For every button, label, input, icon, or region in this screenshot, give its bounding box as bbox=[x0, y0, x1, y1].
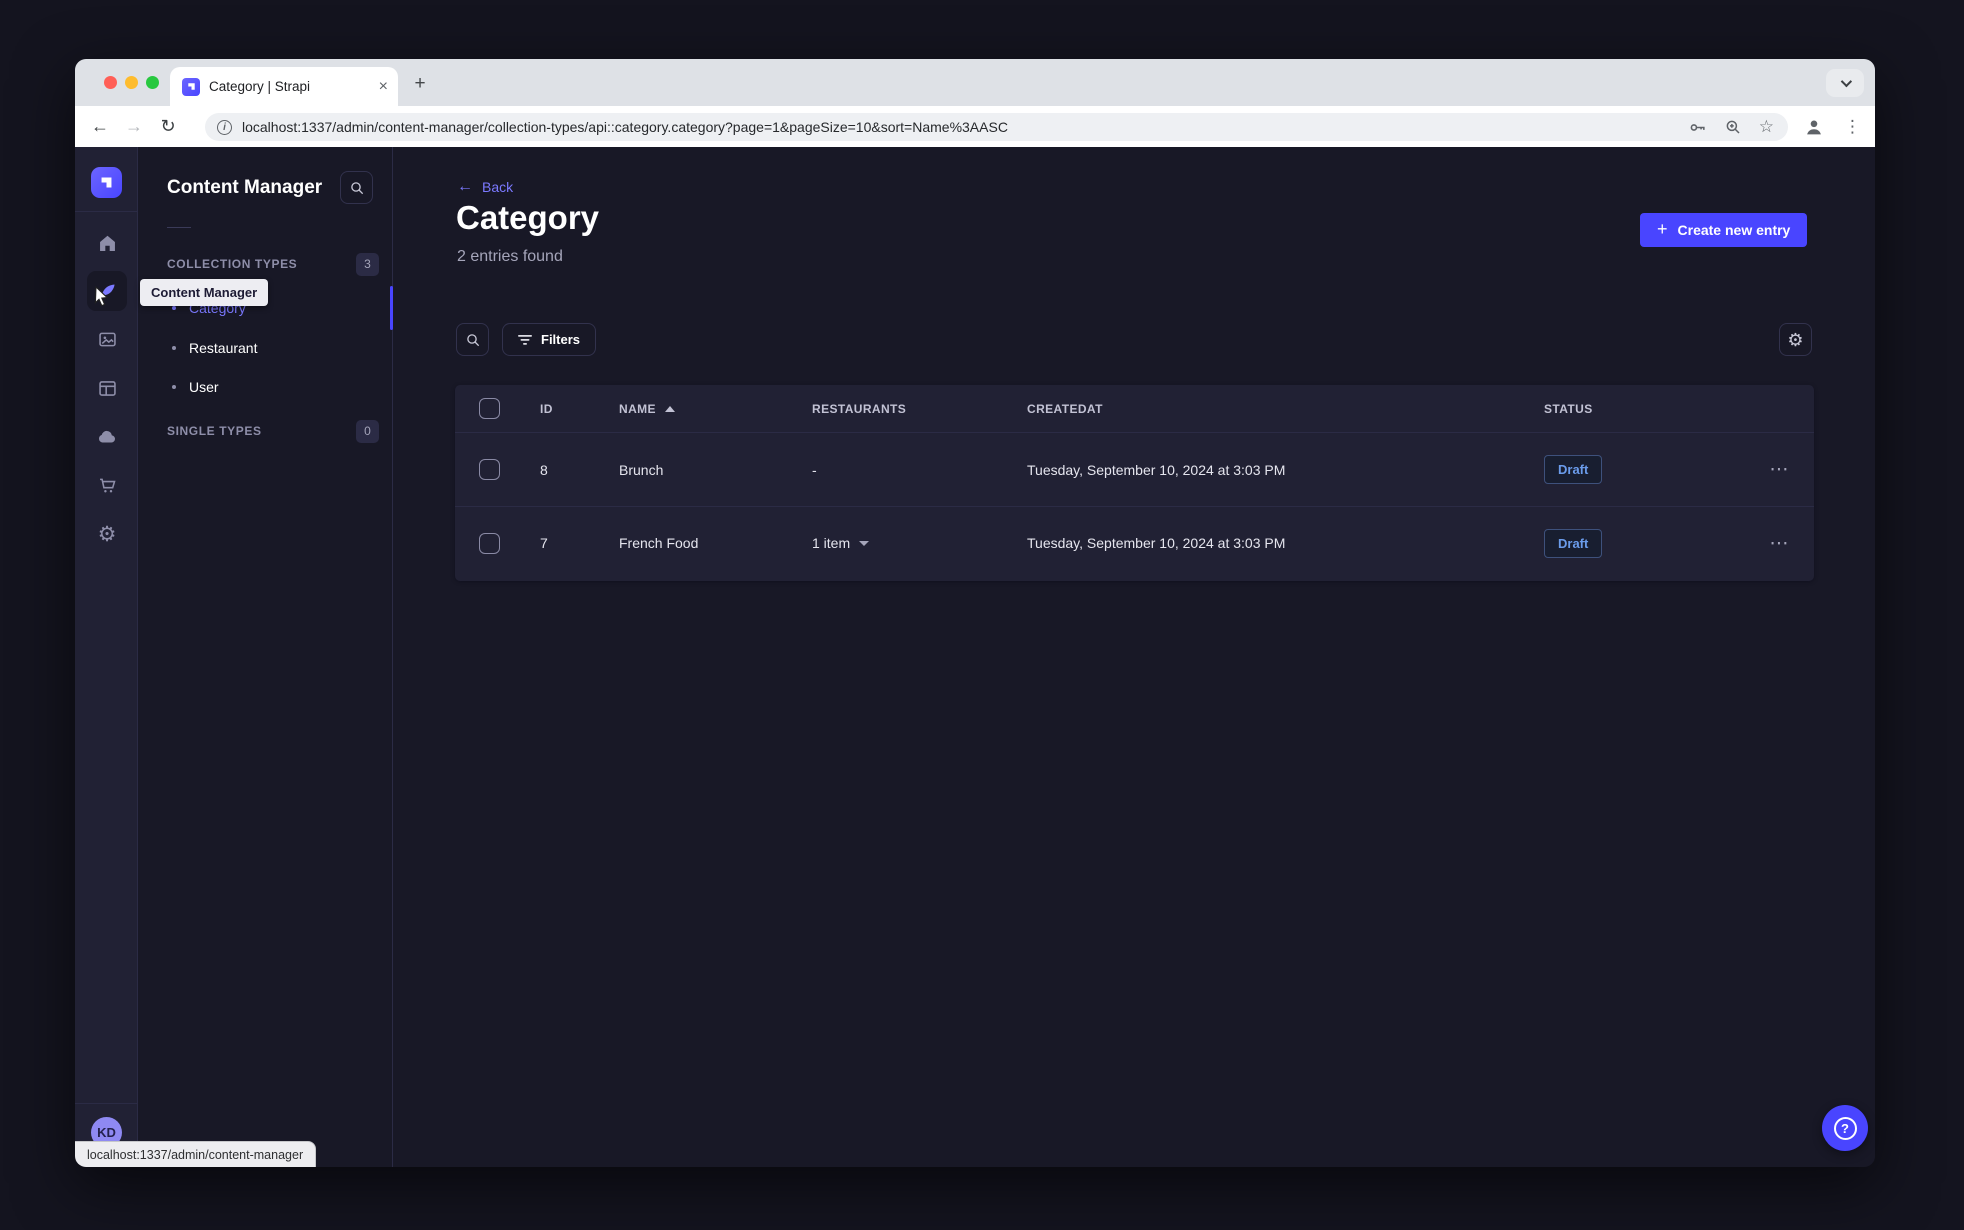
create-button-label: Create new entry bbox=[1677, 222, 1791, 238]
new-tab-button[interactable]: + bbox=[407, 71, 433, 97]
cell-restaurants: - bbox=[812, 461, 817, 478]
tab-title: Category | Strapi bbox=[209, 79, 311, 94]
maximize-window-button[interactable] bbox=[146, 76, 159, 89]
table-row[interactable]: 8 Brunch - Tuesday, September 10, 2024 a… bbox=[455, 433, 1814, 506]
back-arrow-icon: ← bbox=[457, 178, 473, 195]
browser-tab[interactable]: Category | Strapi × bbox=[170, 67, 398, 106]
filters-label: Filters bbox=[541, 332, 581, 347]
tab-search-button[interactable] bbox=[1826, 69, 1864, 97]
view-settings-button[interactable]: ⚙ bbox=[1779, 323, 1812, 356]
browser-menu-icon[interactable]: ⋮ bbox=[1844, 117, 1861, 137]
panel-search-button[interactable] bbox=[340, 171, 373, 204]
sidebar-item-content-type-builder[interactable] bbox=[87, 368, 127, 408]
question-mark-icon: ? bbox=[1833, 1116, 1857, 1140]
close-window-button[interactable] bbox=[104, 76, 117, 89]
bullet-icon bbox=[172, 385, 176, 389]
sidebar-item-restaurant[interactable]: Restaurant bbox=[167, 333, 379, 363]
back-link[interactable]: ← Back bbox=[457, 178, 513, 196]
table-header-row: ID NAME RESTAURANTS CREATEDAT STATUS bbox=[455, 385, 1814, 433]
entries-count: 2 entries found bbox=[457, 248, 563, 265]
item-label: Restaurant bbox=[189, 340, 258, 356]
forward-button[interactable]: → bbox=[117, 116, 151, 137]
column-header-id[interactable]: ID bbox=[540, 402, 553, 416]
cell-name: French Food bbox=[619, 535, 699, 551]
url-bar[interactable]: i localhost:1337/admin/content-manager/c… bbox=[205, 113, 1788, 141]
gear-icon: ⚙ bbox=[97, 522, 117, 546]
reload-button[interactable]: ↻ bbox=[151, 116, 185, 137]
password-key-icon[interactable] bbox=[1688, 118, 1707, 137]
collection-types-count-badge: 3 bbox=[356, 252, 379, 276]
cell-id: 8 bbox=[540, 461, 548, 478]
browser-window: Category | Strapi × + ← → ↻ i localhost:… bbox=[75, 59, 1875, 1167]
strapi-admin-app: ⚙ KD Content Manager COLLECTION TYPES 3 … bbox=[75, 147, 1875, 1167]
strapi-favicon-icon bbox=[182, 77, 200, 96]
sidebar-item-media-library[interactable] bbox=[87, 319, 127, 359]
table-row[interactable]: 7 French Food 1 item Tuesday, September … bbox=[455, 506, 1814, 579]
cell-restaurants[interactable]: 1 item bbox=[812, 535, 850, 551]
create-new-entry-button[interactable]: + Create new entry bbox=[1640, 213, 1808, 247]
back-label: Back bbox=[482, 179, 514, 195]
single-types-count-badge: 0 bbox=[356, 419, 379, 443]
page-title: Category bbox=[456, 199, 600, 236]
divider bbox=[75, 1103, 137, 1104]
minimize-window-button[interactable] bbox=[125, 76, 138, 89]
column-header-status[interactable]: STATUS bbox=[1544, 402, 1593, 416]
bookmark-star-icon[interactable]: ☆ bbox=[1759, 117, 1774, 137]
profile-avatar-icon[interactable] bbox=[1803, 116, 1825, 138]
section-label: SINGLE TYPES bbox=[167, 424, 262, 438]
sidebar-item-marketplace[interactable] bbox=[87, 465, 127, 505]
chevron-down-icon[interactable] bbox=[859, 540, 870, 546]
cell-createdat: Tuesday, September 10, 2024 at 3:03 PM bbox=[1027, 461, 1286, 478]
divider bbox=[167, 227, 191, 228]
filter-icon bbox=[518, 334, 532, 345]
sidebar-item-settings[interactable]: ⚙ bbox=[87, 514, 127, 554]
select-all-checkbox[interactable] bbox=[479, 398, 500, 419]
cell-createdat: Tuesday, September 10, 2024 at 3:03 PM bbox=[1027, 535, 1286, 551]
status-badge: Draft bbox=[1544, 528, 1603, 558]
url-text[interactable]: localhost:1337/admin/content-manager/col… bbox=[242, 119, 1678, 135]
cell-id: 7 bbox=[540, 535, 548, 551]
status-badge: Draft bbox=[1544, 455, 1603, 484]
back-button[interactable]: ← bbox=[83, 116, 117, 137]
bullet-icon bbox=[172, 306, 176, 310]
gear-icon: ⚙ bbox=[1787, 329, 1804, 350]
traffic-lights bbox=[104, 76, 159, 89]
filters-button[interactable]: Filters bbox=[502, 323, 597, 356]
site-info-icon[interactable]: i bbox=[217, 119, 232, 135]
section-collection-types: COLLECTION TYPES 3 bbox=[167, 252, 379, 276]
sidebar-item-home[interactable] bbox=[87, 223, 127, 263]
zoom-icon[interactable] bbox=[1724, 118, 1742, 136]
plus-icon: + bbox=[1657, 219, 1668, 239]
sort-ascending-icon[interactable] bbox=[664, 405, 675, 412]
tooltip: Content Manager bbox=[140, 279, 269, 306]
panel-title: Content Manager bbox=[167, 177, 323, 198]
item-label: User bbox=[189, 379, 219, 395]
status-bar-link-preview: localhost:1337/admin/content-manager bbox=[75, 1141, 317, 1167]
active-item-indicator bbox=[390, 286, 393, 330]
sidebar-item-user[interactable]: User bbox=[167, 372, 379, 402]
section-label: COLLECTION TYPES bbox=[167, 257, 298, 271]
cell-name: Brunch bbox=[619, 461, 664, 478]
row-checkbox[interactable] bbox=[479, 532, 500, 554]
row-actions-menu-icon[interactable]: ⋯ bbox=[1770, 458, 1790, 481]
row-checkbox[interactable] bbox=[479, 459, 500, 480]
sidebar-item-cloud[interactable] bbox=[87, 417, 127, 457]
bullet-icon bbox=[172, 346, 176, 350]
strapi-logo[interactable] bbox=[91, 167, 122, 198]
column-header-restaurants[interactable]: RESTAURANTS bbox=[812, 402, 906, 416]
help-button[interactable]: ? bbox=[1822, 1105, 1868, 1151]
row-actions-menu-icon[interactable]: ⋯ bbox=[1770, 532, 1790, 555]
column-header-name[interactable]: NAME bbox=[619, 402, 656, 416]
mouse-cursor bbox=[91, 285, 113, 309]
tab-strip: Category | Strapi × + bbox=[75, 59, 1875, 106]
section-single-types: SINGLE TYPES 0 bbox=[167, 419, 379, 443]
divider bbox=[75, 211, 137, 212]
close-tab-icon[interactable]: × bbox=[379, 78, 388, 95]
entries-table: ID NAME RESTAURANTS CREATEDAT STATUS 8 B… bbox=[455, 385, 1814, 581]
column-header-createdat[interactable]: CREATEDAT bbox=[1027, 402, 1103, 416]
chevron-down-icon bbox=[1840, 75, 1853, 88]
search-button[interactable] bbox=[456, 323, 489, 356]
